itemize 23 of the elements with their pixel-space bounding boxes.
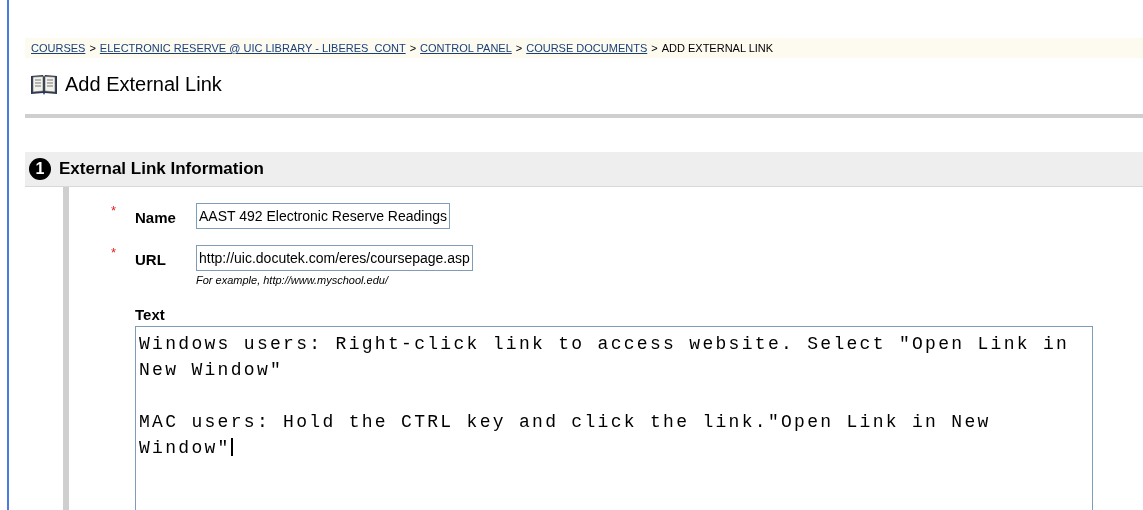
input-field[interactable]: AAST 492 Electronic Reserve Readings bbox=[196, 203, 450, 229]
field-hint: For example, http://www.myschool.edu/ bbox=[196, 274, 390, 286]
page-title: Add External Link bbox=[65, 72, 222, 96]
text-cursor bbox=[230, 438, 233, 456]
breadcrumb-separator: > bbox=[651, 42, 658, 54]
breadcrumb-link[interactable]: CONTROL PANEL bbox=[420, 42, 512, 54]
breadcrumb-separator: > bbox=[515, 42, 523, 54]
field-label: URL bbox=[135, 250, 167, 268]
breadcrumb-link[interactable]: COURSE DOCUMENTS bbox=[526, 42, 648, 54]
input-field[interactable]: http://uic.docutek.com/eres/coursepage.asp bbox=[196, 245, 473, 271]
book-icon bbox=[29, 72, 59, 96]
breadcrumb-separator: > bbox=[89, 42, 96, 54]
required-mark: * bbox=[111, 203, 118, 218]
field-label: Name bbox=[135, 208, 177, 226]
text-area[interactable]: Windows users: Right-click link to access website. Select "Open Link in New Window" MAC users: Hold the CTRL key and click the link."Open Link in New Window" bbox=[135, 326, 1093, 510]
field-label: Text bbox=[135, 306, 166, 323]
breadcrumb-current: ADD EXTERNAL LINK bbox=[661, 42, 774, 54]
breadcrumb-link[interactable]: COURSES bbox=[31, 42, 86, 54]
breadcrumb-separator: > bbox=[409, 42, 417, 54]
section-title: External Link Information bbox=[59, 159, 264, 179]
step-number: 1 bbox=[29, 158, 51, 180]
breadcrumb-link[interactable]: ELECTRONIC RESERVE @ UIC LIBRARY - LIBERES_CONT bbox=[99, 42, 406, 54]
required-mark: * bbox=[111, 245, 118, 260]
